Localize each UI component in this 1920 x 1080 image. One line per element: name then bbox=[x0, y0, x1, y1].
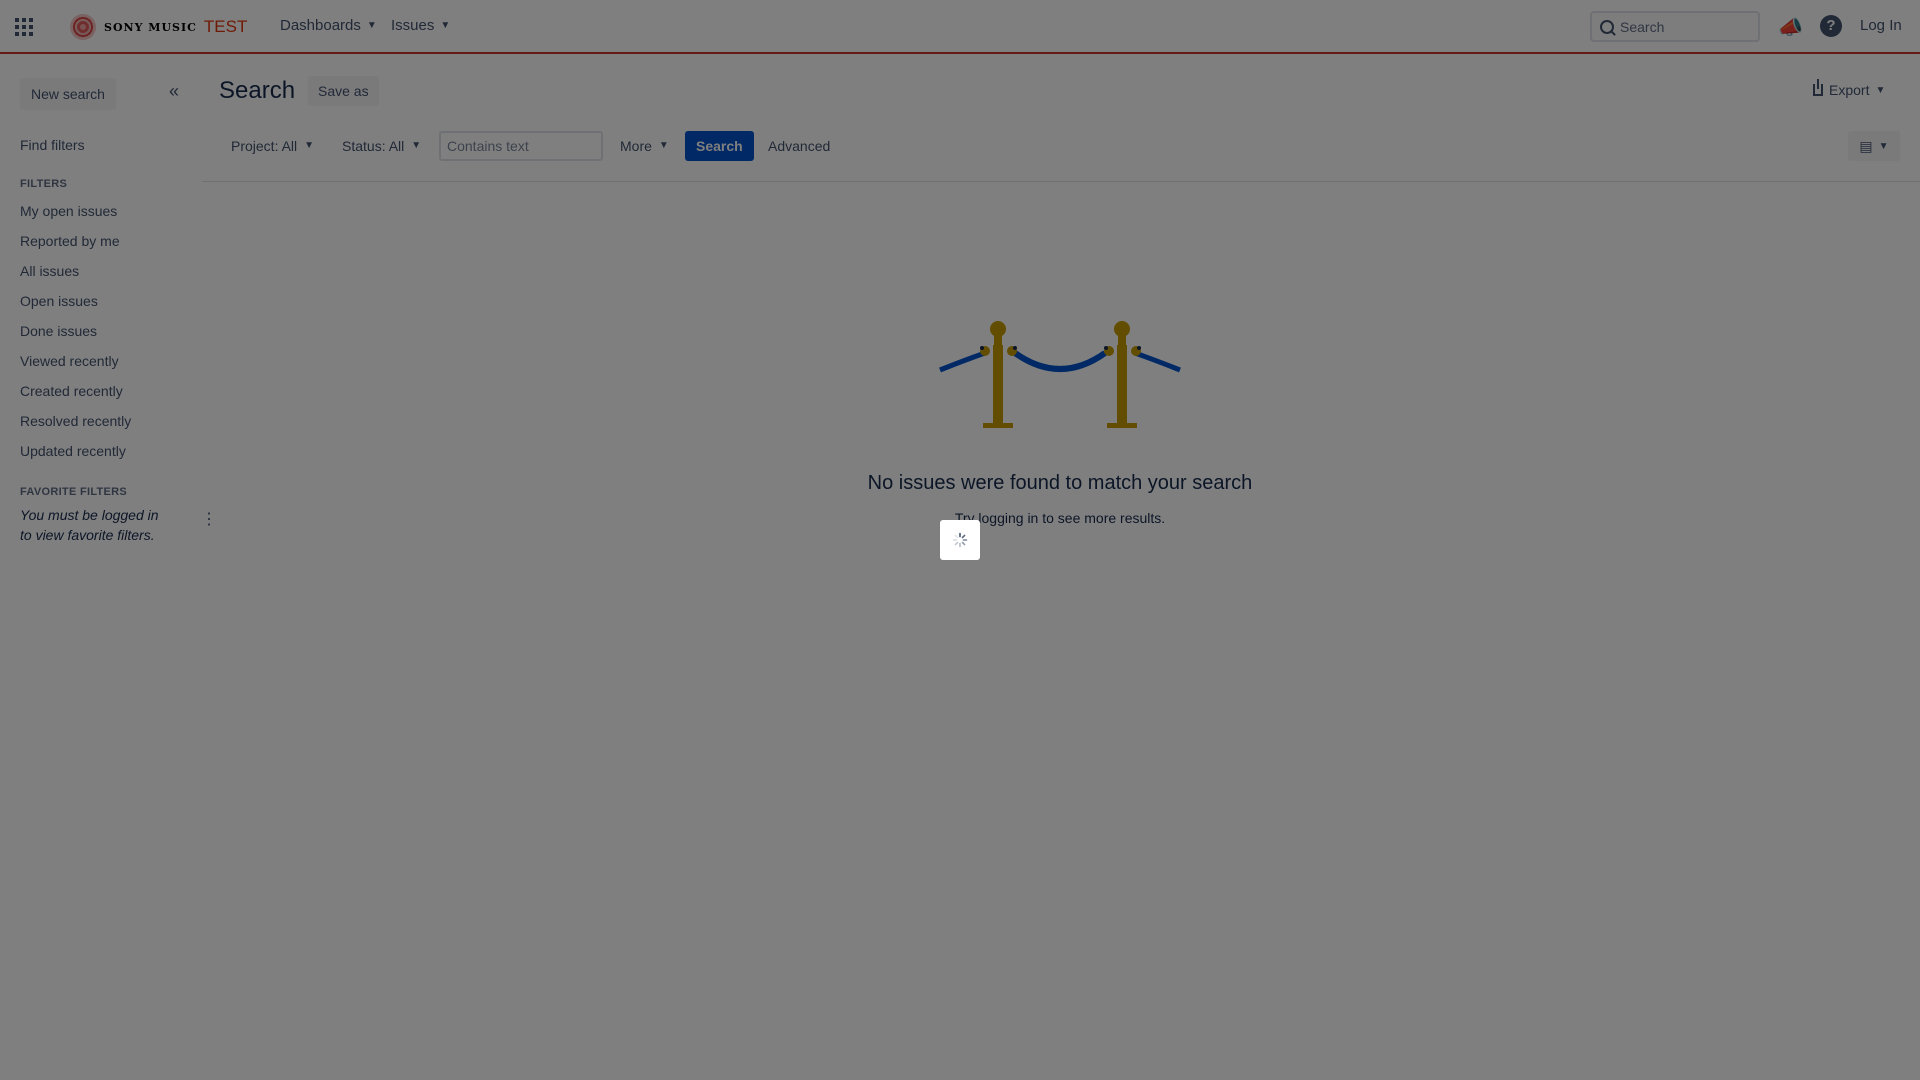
loading-overlay bbox=[0, 0, 1920, 1080]
loading-spinner bbox=[940, 520, 980, 560]
spinner-icon bbox=[952, 532, 968, 548]
